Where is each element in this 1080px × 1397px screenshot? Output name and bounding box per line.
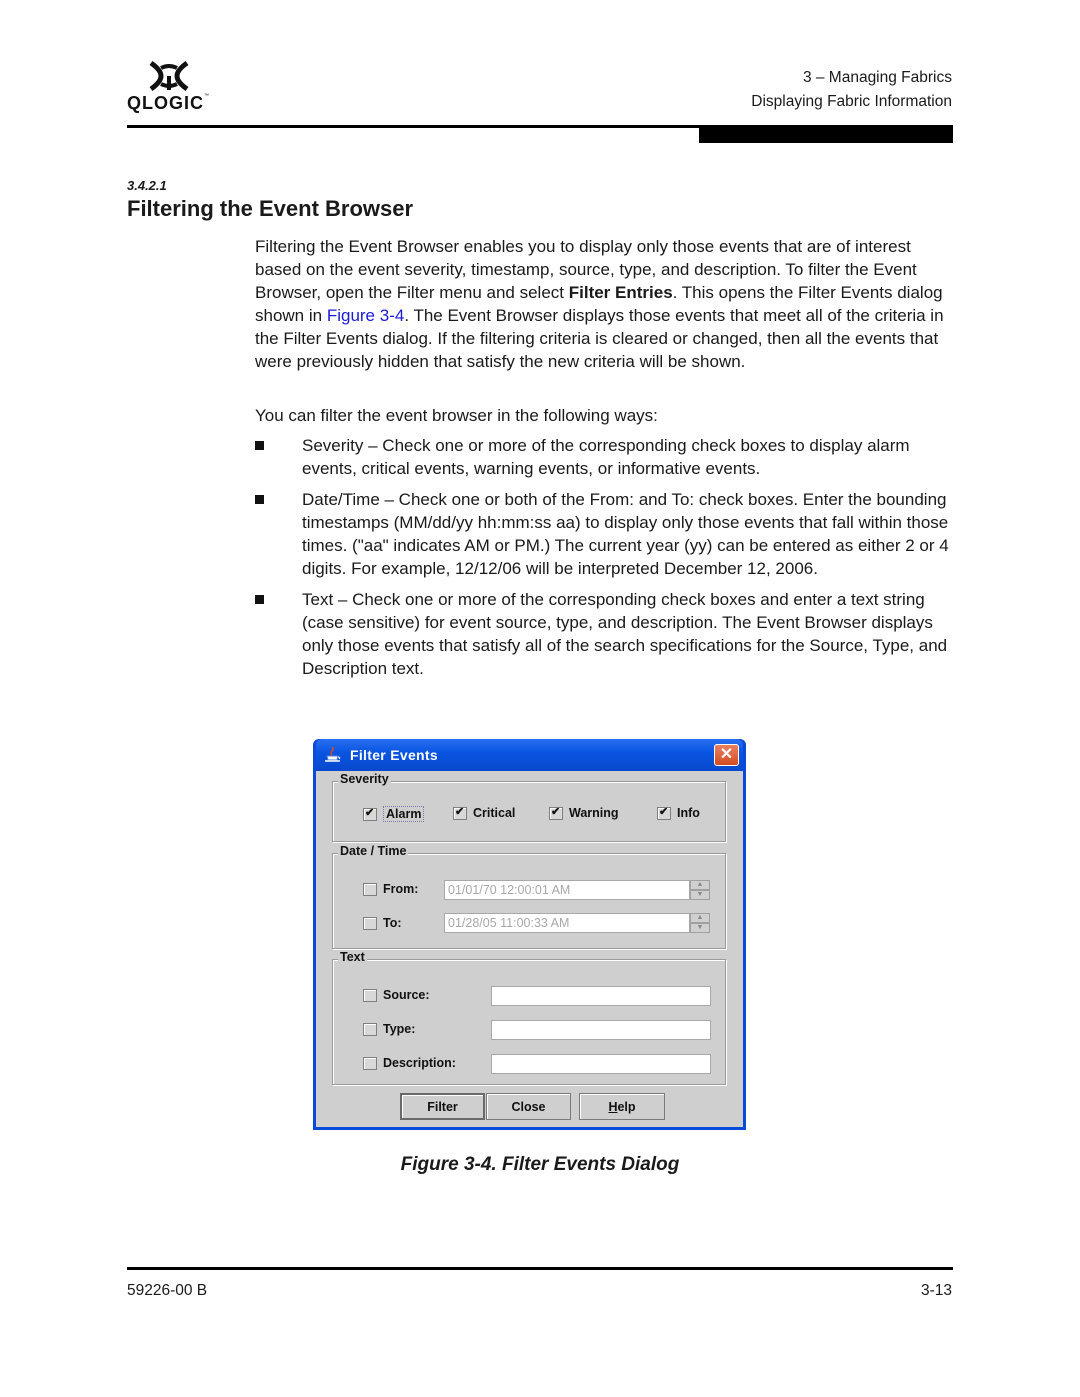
java-cup-icon: [325, 746, 341, 762]
datetime-group: Date / Time From: 01/01/70 12:00:01 AM ▲…: [332, 844, 726, 949]
trademark: ™: [204, 93, 210, 99]
critical-checkbox[interactable]: Critical: [453, 805, 515, 820]
help-button[interactable]: Help: [579, 1093, 665, 1120]
dialog-client-area: Severity Alarm Critical Warning Info Dat…: [316, 771, 743, 1127]
qlogic-logo: QLOGIC™: [127, 60, 217, 116]
filter-button[interactable]: Filter: [400, 1093, 485, 1120]
close-window-button[interactable]: ✕: [714, 744, 739, 766]
checkbox-box[interactable]: [363, 988, 377, 1002]
spin-up-icon[interactable]: ▲: [690, 880, 710, 890]
page-number: 3-13: [920, 1282, 952, 1299]
menu-item-reference: Filter Entries: [568, 283, 673, 302]
bullet-square-icon: [255, 441, 264, 450]
section-heading: Filtering the Event Browser: [127, 196, 414, 221]
ways-intro: You can filter the event browser in the …: [255, 406, 658, 425]
severity-group-label: Severity: [338, 772, 391, 786]
info-checkbox[interactable]: Info: [657, 805, 700, 820]
checkbox-box[interactable]: [363, 1056, 377, 1070]
close-icon: ✕: [719, 746, 734, 763]
logo-text: QLOGIC: [127, 93, 204, 113]
checkbox-box[interactable]: [363, 882, 377, 896]
checkbox-box[interactable]: [363, 1022, 377, 1036]
from-checkbox[interactable]: From:: [363, 882, 418, 896]
to-spinner[interactable]: ▲ ▼: [690, 913, 710, 933]
warning-checkbox[interactable]: Warning: [549, 805, 619, 820]
to-date-field[interactable]: 01/28/05 11:00:33 AM: [444, 913, 690, 933]
intro-paragraph: Filtering the Event Browser enables you …: [255, 237, 944, 371]
qlogic-mark-icon: [149, 60, 189, 92]
datetime-group-label: Date / Time: [338, 844, 409, 858]
alarm-checkbox[interactable]: Alarm: [363, 806, 425, 822]
source-checkbox[interactable]: Source:: [363, 988, 430, 1002]
spin-down-icon[interactable]: ▼: [690, 890, 710, 900]
close-button[interactable]: Close: [486, 1093, 571, 1120]
bullet-text: Text – Check one or more of the correspo…: [255, 588, 955, 680]
running-header: 3 – Managing Fabrics Displaying Fabric I…: [751, 66, 952, 114]
spin-down-icon[interactable]: ▼: [690, 923, 710, 933]
spin-up-icon[interactable]: ▲: [690, 913, 710, 923]
filter-events-dialog: Filter Events ✕ Severity Alarm Critical …: [313, 739, 746, 1130]
text-group-label: Text: [338, 950, 367, 964]
section-number: 3.4.2.1: [127, 178, 167, 193]
footer-rule: [127, 1267, 953, 1270]
checkbox-box[interactable]: [453, 805, 467, 820]
bullet-square-icon: [255, 595, 264, 604]
description-input[interactable]: [491, 1054, 711, 1074]
checkbox-box[interactable]: [657, 805, 671, 820]
text-group: Text Source: Type: Description:: [332, 950, 726, 1085]
checkbox-box[interactable]: [363, 806, 377, 821]
bullet-severity: Severity – Check one or more of the corr…: [255, 434, 955, 480]
to-checkbox[interactable]: To:: [363, 916, 402, 930]
chapter-title: 3 – Managing Fabrics: [802, 69, 952, 86]
checkbox-box[interactable]: [363, 916, 377, 930]
from-spinner[interactable]: ▲ ▼: [690, 880, 710, 900]
type-input[interactable]: [491, 1020, 711, 1040]
header-tab: [699, 125, 953, 143]
document-number: 59226-00 B: [127, 1282, 208, 1299]
bullet-square-icon: [255, 495, 264, 504]
dialog-title: Filter Events: [350, 747, 438, 763]
bullet-datetime: Date/Time – Check one or both of the Fro…: [255, 488, 955, 580]
source-input[interactable]: [491, 986, 711, 1006]
description-checkbox[interactable]: Description:: [363, 1056, 456, 1070]
bullet-list: Severity – Check one or more of the corr…: [255, 434, 955, 688]
from-date-field[interactable]: 01/01/70 12:00:01 AM: [444, 880, 690, 900]
figure-link[interactable]: Figure 3-4: [327, 306, 404, 325]
dialog-titlebar[interactable]: Filter Events ✕: [316, 739, 743, 771]
figure-caption: Figure 3-4. Filter Events Dialog: [400, 1154, 680, 1175]
type-checkbox[interactable]: Type:: [363, 1022, 415, 1036]
severity-group: Severity Alarm Critical Warning Info: [332, 772, 726, 842]
dialog-buttons: Filter Close Help: [400, 1093, 665, 1120]
checkbox-box[interactable]: [549, 805, 563, 820]
section-title: Displaying Fabric Information: [751, 93, 952, 110]
